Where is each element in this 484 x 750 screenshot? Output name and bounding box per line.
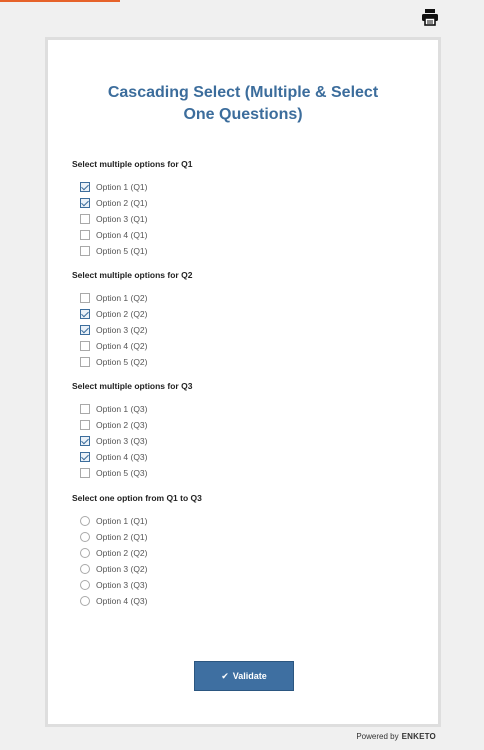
checkbox[interactable] [80, 214, 90, 224]
option-item[interactable]: Option 2 (Q2) [80, 545, 412, 561]
powered-by-text: Powered by [356, 732, 399, 741]
option-label: Option 4 (Q3) [96, 596, 148, 606]
radio-button[interactable] [80, 596, 90, 606]
radio-button[interactable] [80, 516, 90, 526]
option-item[interactable]: Option 3 (Q2) [80, 322, 412, 338]
checkbox[interactable] [80, 309, 90, 319]
powered-by: Powered by ENKETO [356, 732, 436, 741]
option-item[interactable]: Option 3 (Q3) [80, 433, 412, 449]
option-label: Option 2 (Q3) [96, 420, 148, 430]
checkbox[interactable] [80, 246, 90, 256]
checkbox[interactable] [80, 293, 90, 303]
checkbox[interactable] [80, 230, 90, 240]
checkbox[interactable] [80, 182, 90, 192]
option-item[interactable]: Option 3 (Q3) [80, 577, 412, 593]
checkbox[interactable] [80, 452, 90, 462]
checkbox[interactable] [80, 404, 90, 414]
checkbox[interactable] [80, 468, 90, 478]
question-label: Select multiple options for Q2 [72, 270, 193, 280]
print-button[interactable] [419, 6, 441, 28]
option-list: Option 1 (Q2) Option 2 (Q2) Option 3 (Q2) O… [72, 290, 412, 370]
checkbox[interactable] [80, 341, 90, 351]
option-label: Option 3 (Q2) [96, 564, 148, 574]
enketo-logo: ENKETO [401, 732, 436, 741]
option-label: Option 5 (Q2) [96, 357, 148, 367]
option-item[interactable]: Option 2 (Q1) [80, 195, 412, 211]
option-item[interactable]: Option 1 (Q1) [80, 513, 412, 529]
checkbox[interactable] [80, 436, 90, 446]
question-q2: Select multiple options for Q2 Option 1 … [72, 269, 412, 370]
option-item[interactable]: Option 4 (Q1) [80, 227, 412, 243]
option-label: Option 2 (Q1) [96, 198, 148, 208]
option-label: Option 1 (Q1) [96, 516, 148, 526]
option-item[interactable]: Option 4 (Q2) [80, 338, 412, 354]
option-label: Option 2 (Q2) [96, 548, 148, 558]
option-item[interactable]: Option 1 (Q2) [80, 290, 412, 306]
question-label: Select one option from Q1 to Q3 [72, 493, 202, 503]
option-item[interactable]: Option 2 (Q1) [80, 529, 412, 545]
option-item[interactable]: Option 3 (Q1) [80, 211, 412, 227]
checkbox[interactable] [80, 198, 90, 208]
question-label: Select multiple options for Q3 [72, 381, 193, 391]
form-title: Cascading Select (Multiple & Select One … [107, 84, 379, 123]
question-q1: Select multiple options for Q1 Option 1 … [72, 158, 412, 259]
option-label: Option 4 (Q2) [96, 341, 148, 351]
option-item[interactable]: Option 2 (Q3) [80, 417, 412, 433]
top-accent-bar [0, 0, 120, 2]
checkbox[interactable] [80, 357, 90, 367]
option-item[interactable]: Option 1 (Q1) [80, 179, 412, 195]
printer-icon [422, 9, 438, 26]
option-label: Option 4 (Q1) [96, 230, 148, 240]
option-item[interactable]: Option 1 (Q3) [80, 401, 412, 417]
option-label: Option 3 (Q2) [96, 325, 148, 335]
question-select-one: Select one option from Q1 to Q3 Option 1… [72, 492, 412, 609]
option-label: Option 5 (Q1) [96, 246, 148, 256]
option-label: Option 5 (Q3) [96, 468, 148, 478]
option-label: Option 3 (Q3) [96, 580, 148, 590]
option-item[interactable]: Option 5 (Q1) [80, 243, 412, 259]
option-item[interactable]: Option 3 (Q2) [80, 561, 412, 577]
checkbox[interactable] [80, 325, 90, 335]
form-card: Cascading Select (Multiple & Select One … [45, 37, 441, 727]
question-q3: Select multiple options for Q3 Option 1 … [72, 380, 412, 481]
option-item[interactable]: Option 2 (Q2) [80, 306, 412, 322]
option-label: Option 4 (Q3) [96, 452, 148, 462]
option-list: Option 1 (Q3) Option 2 (Q3) Option 3 (Q3) O… [72, 401, 412, 481]
radio-button[interactable] [80, 580, 90, 590]
option-label: Option 1 (Q3) [96, 404, 148, 414]
option-label: Option 2 (Q2) [96, 309, 148, 319]
validate-button[interactable]: ✔ Validate [194, 661, 294, 691]
radio-button[interactable] [80, 564, 90, 574]
option-list: Option 1 (Q1) Option 2 (Q1) Option 2 (Q2) O… [72, 513, 412, 609]
option-list: Option 1 (Q1) Option 2 (Q1) Option 3 (Q1) O… [72, 179, 412, 259]
checkbox[interactable] [80, 420, 90, 430]
option-label: Option 1 (Q1) [96, 182, 148, 192]
check-icon: ✔ [221, 670, 229, 681]
validate-label: Validate [232, 671, 267, 681]
option-item[interactable]: Option 4 (Q3) [80, 593, 412, 609]
radio-button[interactable] [80, 548, 90, 558]
option-label: Option 2 (Q1) [96, 532, 148, 542]
option-label: Option 3 (Q3) [96, 436, 148, 446]
option-item[interactable]: Option 4 (Q3) [80, 449, 412, 465]
option-label: Option 3 (Q1) [96, 214, 148, 224]
option-item[interactable]: Option 5 (Q3) [80, 465, 412, 481]
radio-button[interactable] [80, 532, 90, 542]
option-label: Option 1 (Q2) [96, 293, 148, 303]
option-item[interactable]: Option 5 (Q2) [80, 354, 412, 370]
question-label: Select multiple options for Q1 [72, 159, 193, 169]
